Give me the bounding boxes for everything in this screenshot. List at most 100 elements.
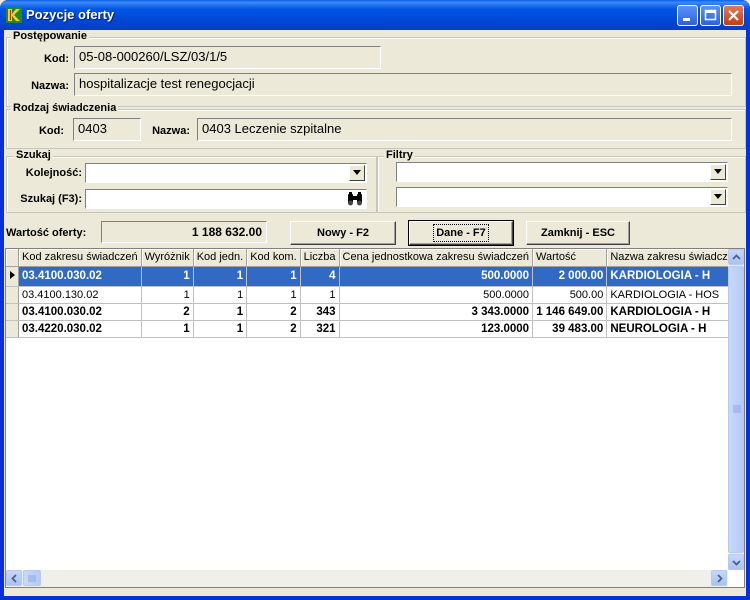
postepowanie-kod-label: Kod: [43, 53, 69, 65]
app-logo-icon [6, 7, 22, 23]
table-cell: NEUROLOGIA - H [606, 320, 744, 338]
table-cell: KARDIOLOGIA - H [606, 266, 744, 287]
rodzaj-kod-field: 0403 [73, 118, 141, 141]
table-row[interactable]: 03.4100.030.02 2 1 2 343 3 343.0000 1 14… [6, 303, 744, 321]
table-cell: 500.00 [532, 286, 608, 304]
table-cell: 1 146 649.00 [532, 303, 608, 321]
chevron-down-icon [714, 194, 722, 199]
vertical-scroll-thumb[interactable] [728, 266, 744, 553]
row-indicator-header [6, 249, 19, 267]
column-header[interactable]: Wyróżnik [141, 249, 194, 267]
table-cell: 1 [300, 286, 340, 304]
row-pointer-icon [10, 270, 15, 279]
positions-table: Kod zakresu świadczeń Wyróżnik Kod jedn.… [6, 249, 744, 338]
scroll-up-button[interactable] [728, 249, 744, 265]
table-cell: 1 [193, 320, 248, 338]
table-cell: 2 000.00 [532, 266, 608, 287]
nowy-button[interactable]: Nowy - F2 [290, 221, 396, 245]
table-header-row: Kod zakresu świadczeń Wyróżnik Kod jedn.… [6, 249, 744, 267]
window-title: Pozycje oferty [26, 7, 115, 22]
column-header[interactable]: Nazwa zakresu świadczeń [606, 249, 744, 267]
table-cell: 2 [246, 320, 301, 338]
row-indicator [6, 303, 19, 321]
row-indicator [6, 286, 19, 304]
postepowanie-nazwa-label: Nazwa: [31, 80, 69, 92]
zamknij-button[interactable]: Zamknij - ESC [526, 221, 630, 245]
minimize-icon [683, 18, 690, 21]
search-input[interactable] [85, 189, 367, 209]
table-cell: 2 [141, 303, 194, 321]
table-cell: 03.4100.030.02 [18, 303, 142, 321]
column-header[interactable]: Wartość [532, 249, 608, 267]
table-cell: 1 [141, 266, 194, 287]
title-bar[interactable]: Pozycje oferty [0, 0, 750, 30]
chevron-right-icon [717, 574, 723, 583]
rodzaj-kod-label: Kod: [38, 125, 64, 137]
rodzaj-nazwa-label: Nazwa: [152, 125, 190, 137]
kolejnosc-combobox[interactable] [85, 163, 367, 183]
table-cell: KARDIOLOGIA - H [606, 303, 744, 321]
row-indicator [6, 320, 19, 338]
kolejnosc-label: Kolejność: [25, 167, 82, 179]
postepowanie-nazwa-field: hospitalizacje test renegocjacji [74, 73, 732, 96]
grip-icon [733, 405, 741, 413]
column-header[interactable]: Liczba [300, 249, 340, 267]
maximize-button[interactable] [700, 5, 721, 26]
table-cell: 2 [246, 303, 301, 321]
chevron-down-icon [353, 170, 361, 175]
table-cell: 03.4100.030.02 [18, 266, 142, 287]
table-row[interactable]: 03.4100.030.02 1 1 1 4 500.0000 2 000.00… [6, 266, 744, 287]
nowy-button-label: Nowy - F2 [317, 227, 369, 239]
filter2-combobox[interactable] [396, 187, 728, 207]
scroll-right-button[interactable] [711, 570, 727, 586]
wartosc-oferty-field: 1 188 632.00 [101, 221, 267, 243]
table-cell: 1 [141, 286, 194, 304]
szukaj-f3-label: Szukaj (F3): [20, 193, 82, 205]
horizontal-scroll-thumb[interactable] [23, 570, 41, 586]
column-header[interactable]: Cena jednostkowa zakresu świadczeń [339, 249, 534, 267]
kolejnosc-dropdown-button[interactable] [349, 165, 365, 181]
data-grid[interactable]: Kod zakresu świadczeń Wyróżnik Kod jedn.… [5, 248, 745, 588]
column-header[interactable]: Kod zakresu świadczeń [18, 249, 142, 267]
table-cell: 321 [300, 320, 340, 338]
table-cell: 4 [300, 266, 340, 287]
filtry-group-label: Filtry [384, 149, 415, 161]
wartosc-oferty-label: Wartość oferty: [6, 227, 87, 239]
column-header[interactable]: Kod kom. [246, 249, 301, 267]
close-button[interactable] [723, 5, 744, 26]
dane-button[interactable]: Dane - F7 [408, 220, 514, 246]
table-cell: 1 [246, 286, 301, 304]
table-cell: 1 [193, 303, 248, 321]
status-bar [4, 590, 746, 596]
horizontal-scrollbar[interactable] [6, 570, 728, 587]
rodzaj-group-label: Rodzaj świadczenia [11, 102, 119, 114]
table-cell: 500.0000 [339, 266, 534, 287]
scroll-down-button[interactable] [728, 554, 744, 570]
table-cell: 39 483.00 [532, 320, 608, 338]
maximize-icon [704, 9, 717, 21]
chevron-up-icon [732, 254, 741, 260]
table-row[interactable]: 03.4220.030.02 1 1 2 321 123.0000 39 483… [6, 320, 744, 338]
table-cell: 1 [141, 320, 194, 338]
table-row[interactable]: 03.4100.130.02 1 1 1 1 500.0000 500.00 K… [6, 286, 744, 304]
table-cell: 1 [193, 266, 248, 287]
table-cell: 500.0000 [339, 286, 534, 304]
table-cell: 343 [300, 303, 340, 321]
postepowanie-kod-field: 05-08-000260/LSZ/03/1/5 [74, 46, 381, 69]
column-header[interactable]: Kod jedn. [193, 249, 248, 267]
filter2-dropdown-button[interactable] [710, 189, 726, 205]
table-cell: 1 [193, 286, 248, 304]
table-cell: 123.0000 [339, 320, 534, 338]
minimize-button[interactable] [677, 5, 698, 26]
grip-icon [28, 575, 36, 582]
zamknij-button-label: Zamknij - ESC [541, 227, 615, 239]
szukaj-group-label: Szukaj [14, 149, 53, 161]
filter1-combobox[interactable] [396, 162, 728, 182]
filter1-dropdown-button[interactable] [710, 164, 726, 180]
vertical-scrollbar[interactable] [728, 249, 744, 570]
scroll-left-button[interactable] [6, 570, 22, 586]
postepowanie-group-label: Postępowanie [11, 30, 89, 42]
search-button[interactable] [346, 191, 364, 207]
binoculars-icon [348, 192, 362, 206]
chevron-down-icon [732, 560, 741, 566]
